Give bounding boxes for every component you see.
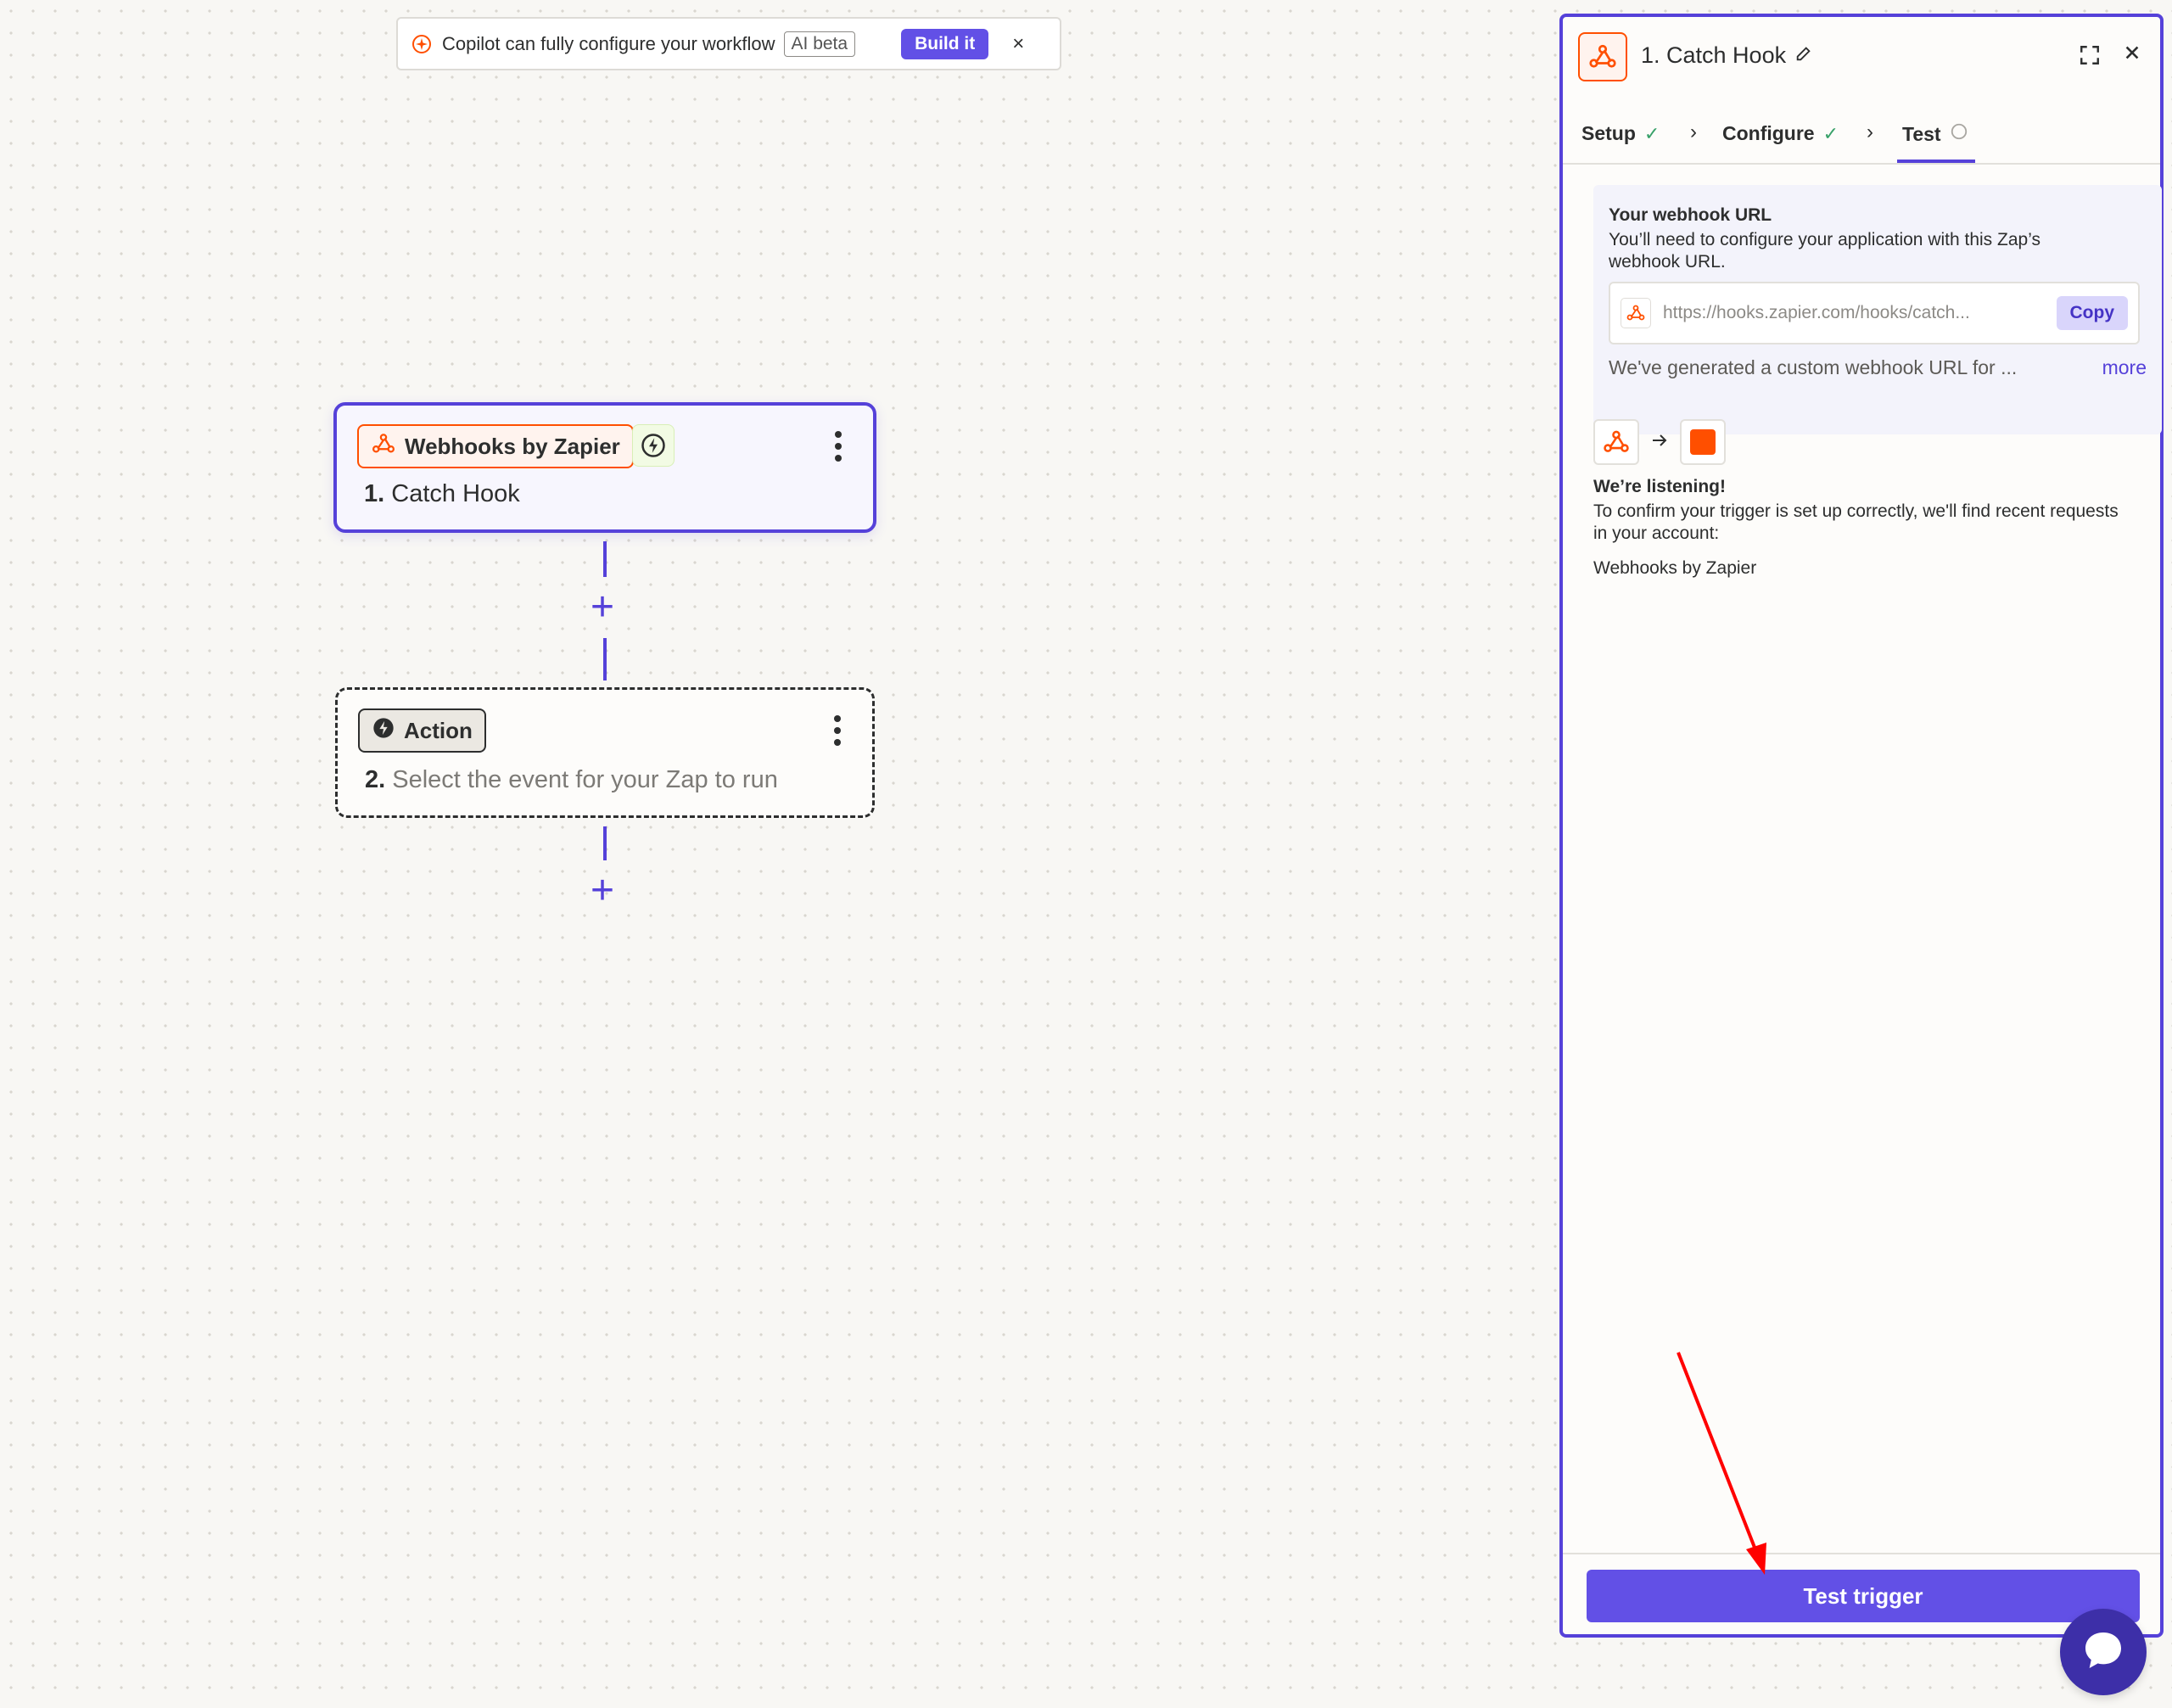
webhook-url-title: Your webhook URL — [1609, 205, 1772, 225]
add-step-icon[interactable]: + — [591, 587, 614, 628]
pending-circle-icon — [1950, 122, 1968, 146]
connector-line — [603, 541, 607, 577]
tab-test[interactable]: Test — [1902, 122, 1968, 146]
trigger-step-card[interactable]: Webhooks by Zapier 1. Catch Hook — [333, 402, 876, 533]
build-it-button[interactable]: Build it — [901, 28, 989, 59]
trigger-more-menu-icon[interactable] — [834, 431, 842, 462]
zapier-logo-icon — [1680, 419, 1726, 465]
checkmark-icon: ✓ — [1643, 122, 1660, 144]
expand-icon[interactable] — [2079, 44, 2101, 72]
action-app-pill[interactable]: Action — [358, 708, 486, 753]
chat-bubble-icon — [2080, 1627, 2127, 1678]
webhook-icon — [371, 431, 396, 462]
webhook-icon — [1593, 419, 1639, 465]
step-tabs: Setup ✓ › Configure ✓ › Test — [1563, 110, 2160, 165]
checkmark-icon: ✓ — [1822, 122, 1839, 144]
copilot-text: Copilot can fully configure your workflo… — [442, 32, 775, 54]
webhook-icon — [1578, 32, 1627, 81]
more-link[interactable]: more — [2102, 356, 2147, 379]
connector-line — [603, 638, 607, 680]
close-icon[interactable] — [2123, 41, 2141, 68]
generated-url-note: We've generated a custom webhook URL for… — [1609, 356, 2018, 378]
trigger-step-title: 1. Catch Hook — [364, 480, 520, 507]
trigger-app-label: Webhooks by Zapier — [405, 433, 620, 459]
add-step-icon[interactable]: + — [591, 871, 614, 911]
trigger-app-pill[interactable]: Webhooks by Zapier — [357, 424, 634, 468]
ai-beta-badge: AI beta — [783, 31, 856, 57]
copy-button[interactable]: Copy — [2056, 296, 2128, 330]
action-app-label: Action — [404, 717, 473, 743]
listening-title: We’re listening! — [1593, 477, 1726, 496]
copilot-banner: Copilot can fully configure your workflo… — [396, 17, 1061, 70]
listening-description: To confirm your trigger is set up correc… — [1593, 501, 2119, 543]
chevron-right-icon: › — [1867, 120, 1873, 143]
tab-setup[interactable]: Setup ✓ — [1581, 122, 1660, 145]
close-icon[interactable]: × — [1012, 32, 1024, 56]
action-more-menu-icon[interactable] — [833, 715, 842, 746]
copilot-spark-icon — [410, 32, 434, 56]
tab-configure[interactable]: Configure ✓ — [1722, 122, 1839, 145]
lightning-icon — [632, 424, 675, 467]
panel-title[interactable]: 1. Catch Hook — [1641, 42, 1813, 69]
panel-footer-divider — [1563, 1553, 2160, 1554]
action-step-title: 2. Select the event for your Zap to run — [365, 766, 778, 793]
chevron-right-icon: › — [1690, 120, 1697, 143]
webhook-url-value[interactable]: https://hooks.zapier.com/hooks/catch... — [1663, 303, 2045, 323]
step-details-panel: 1. Catch Hook Setup ✓ › Configure ✓ › Test — [1559, 14, 2164, 1638]
action-step-card[interactable]: Action 2. Select the event for your Zap … — [335, 687, 875, 818]
arrow-right-icon — [1649, 430, 1670, 455]
webhook-url-section: Your webhook URL You’ll need to configur… — [1593, 185, 2162, 434]
listening-flow — [1593, 419, 1726, 465]
lightning-icon — [372, 716, 395, 746]
active-tab-indicator — [1897, 160, 1975, 163]
listening-app-name: Webhooks by Zapier — [1593, 558, 1757, 578]
chat-support-button[interactable] — [2060, 1609, 2147, 1695]
webhook-url-field[interactable]: https://hooks.zapier.com/hooks/catch... … — [1609, 282, 2140, 344]
connector-line — [603, 826, 607, 860]
panel-header: 1. Catch Hook — [1563, 17, 2160, 93]
webhook-icon — [1621, 298, 1651, 328]
webhook-url-description: You’ll need to configure your applicatio… — [1609, 230, 2040, 272]
annotation-arrow — [1663, 1341, 1782, 1582]
edit-pencil-icon[interactable] — [1794, 42, 1813, 69]
